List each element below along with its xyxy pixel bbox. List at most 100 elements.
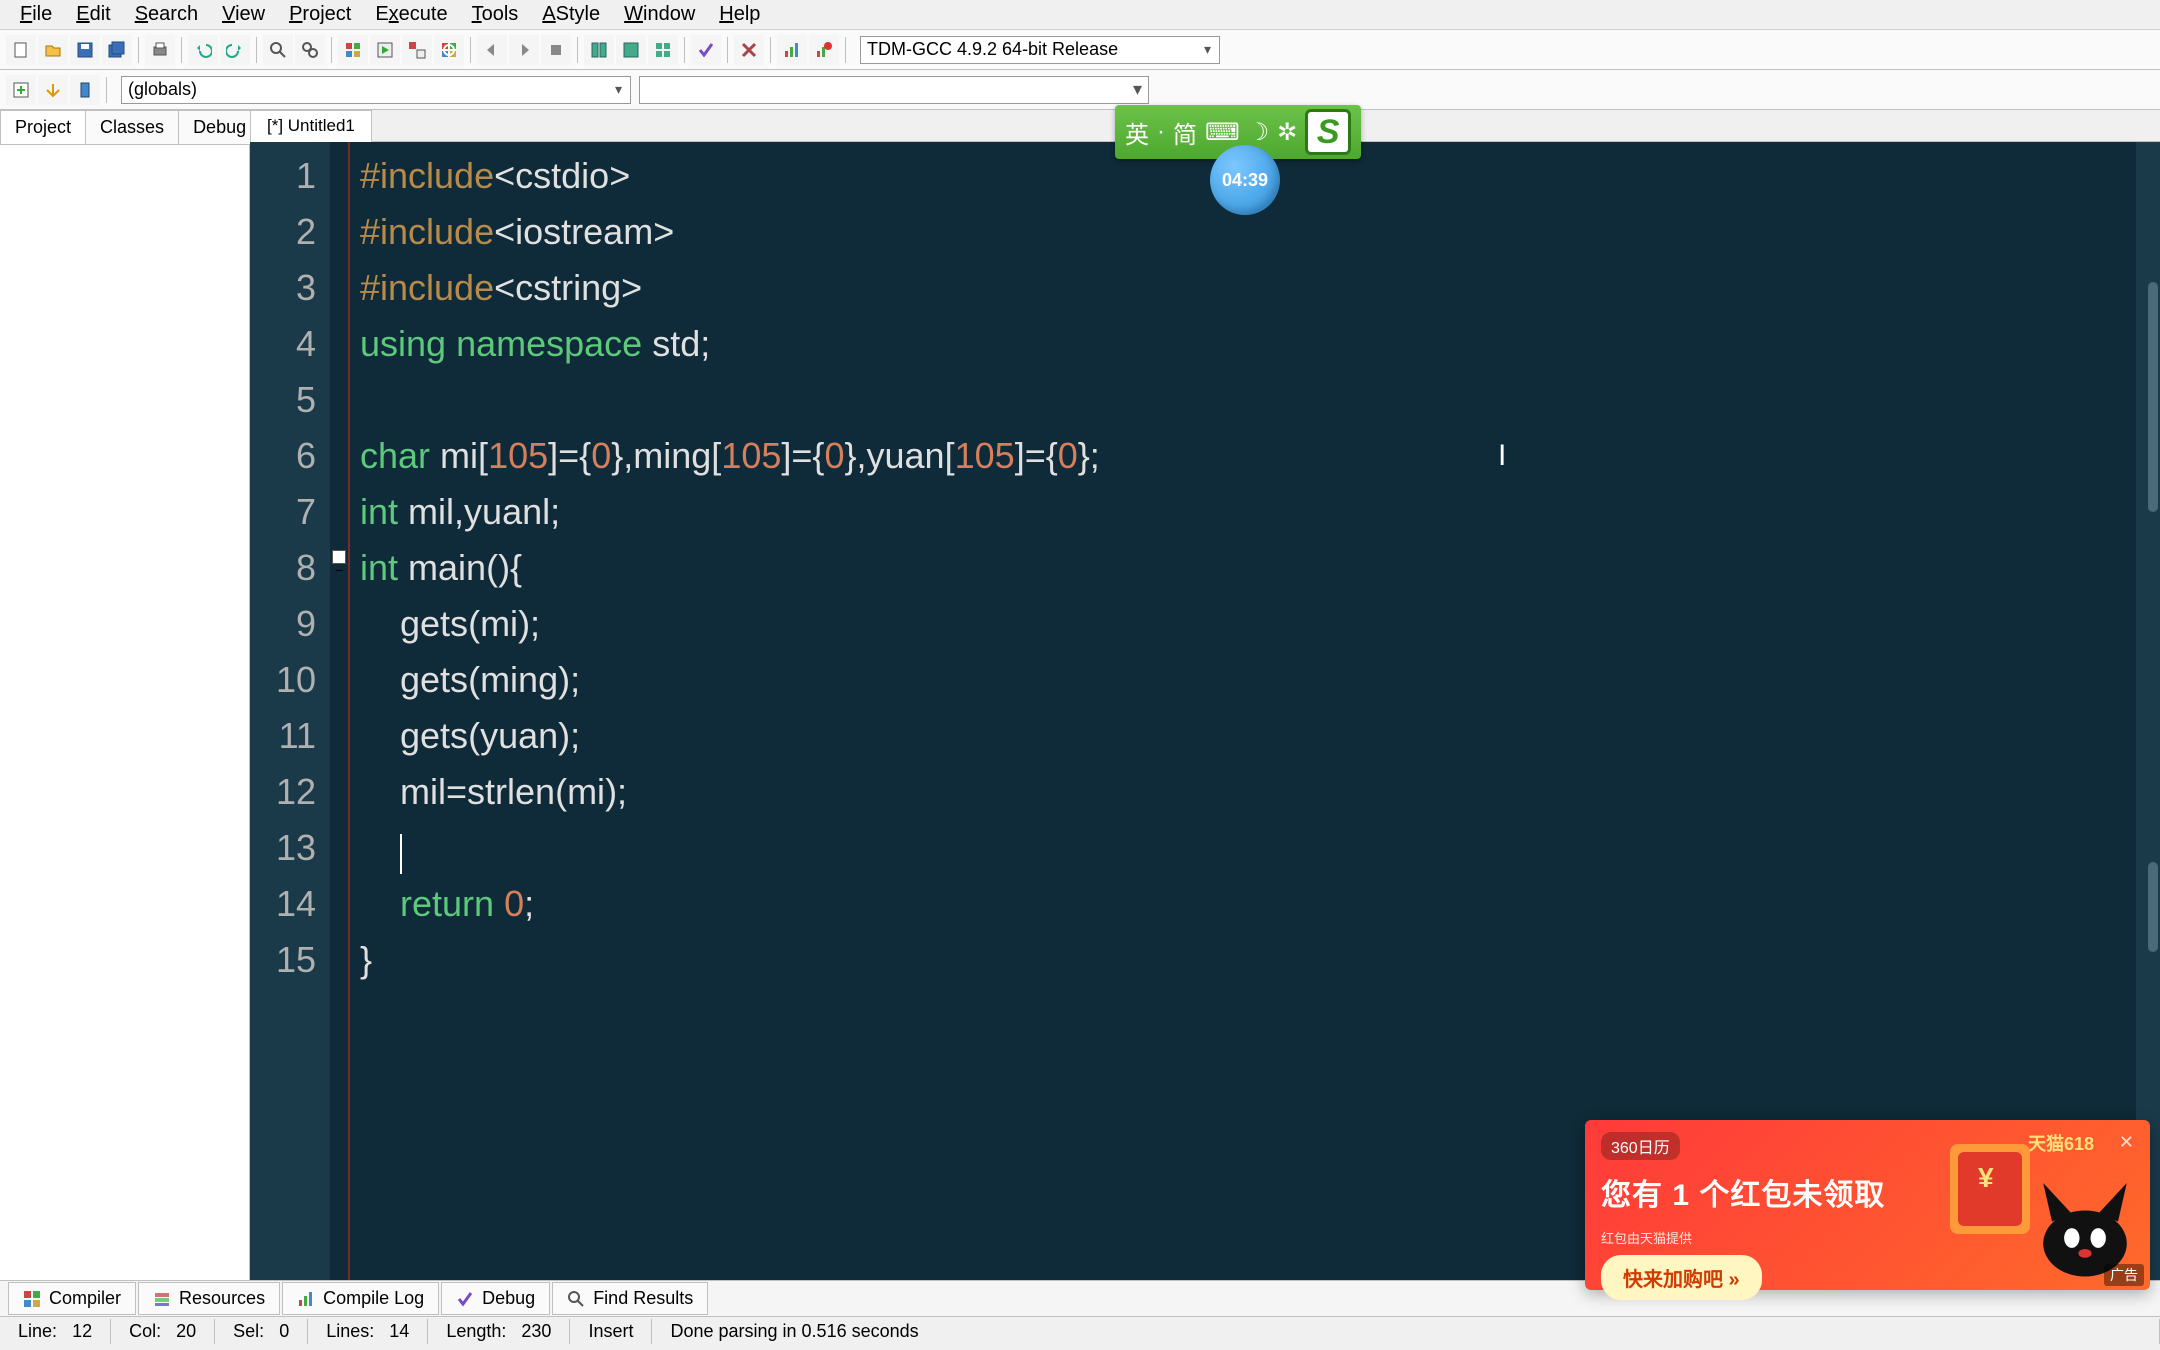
ime-badge[interactable]: S [1305, 109, 1351, 155]
side-tabs: Project Classes Debug [0, 110, 249, 145]
open-file-icon[interactable] [38, 35, 68, 65]
bottom-tab-compiler-label: Compiler [49, 1288, 121, 1309]
status-parse: Done parsing in 0.516 seconds [652, 1319, 2160, 1344]
bottom-tab-find-results-label: Find Results [593, 1288, 693, 1309]
ad-cta-button[interactable]: 快来加购吧 » [1601, 1255, 1762, 1300]
red-envelope-icon [1950, 1144, 2030, 1234]
compile-icon[interactable] [338, 35, 368, 65]
debug-cancel-icon[interactable] [734, 35, 764, 65]
scope-select-value: (globals) [128, 79, 197, 100]
debug-check-icon[interactable] [691, 35, 721, 65]
window-tile-icon[interactable] [584, 35, 614, 65]
save-icon[interactable] [70, 35, 100, 65]
toolbar-separator [181, 37, 182, 63]
compile-run-icon[interactable] [402, 35, 432, 65]
run-icon[interactable] [370, 35, 400, 65]
status-sel: Sel: 0 [215, 1319, 308, 1344]
bottom-tab-compiler[interactable]: Compiler [8, 1282, 136, 1315]
member-select[interactable] [639, 76, 1149, 104]
print-icon[interactable] [145, 35, 175, 65]
redo-icon[interactable] [220, 35, 250, 65]
scope-select[interactable]: (globals) [121, 76, 631, 104]
insert-icon[interactable] [38, 75, 68, 105]
scrollbar-thumb[interactable] [2148, 862, 2158, 952]
debug-back-icon[interactable] [477, 35, 507, 65]
window-single-icon[interactable] [616, 35, 646, 65]
ime-mode[interactable]: 简 [1173, 115, 1197, 150]
status-lines: Lines: 14 [308, 1319, 428, 1344]
undo-icon[interactable] [188, 35, 218, 65]
menu-view[interactable]: View [210, 0, 277, 30]
toolbar-separator [138, 37, 139, 63]
scrollbar-thumb[interactable] [2148, 282, 2158, 512]
window-grid-icon[interactable] [648, 35, 678, 65]
bottom-tab-debug-label: Debug [482, 1288, 535, 1309]
toolbar-separator [106, 77, 107, 103]
status-length: Length: 230 [428, 1319, 570, 1344]
fold-column [330, 142, 350, 1280]
save-all-icon[interactable] [102, 35, 132, 65]
menu-window[interactable]: Window [612, 0, 707, 30]
ime-moon-icon[interactable]: ☽ [1248, 118, 1270, 147]
ime-keyboard-icon[interactable]: ⌨ [1205, 118, 1240, 147]
bottom-tab-compile-log-label: Compile Log [323, 1288, 424, 1309]
debug-fwd-icon[interactable] [509, 35, 539, 65]
menu-bar: File Edit Search View Project Execute To… [0, 0, 2160, 30]
toolbar-separator [256, 37, 257, 63]
bottom-tab-compile-log[interactable]: Compile Log [282, 1282, 439, 1315]
bottom-tab-debug[interactable]: Debug [441, 1282, 550, 1315]
delete-profile-icon[interactable] [809, 35, 839, 65]
replace-icon[interactable] [295, 35, 325, 65]
menu-help[interactable]: Help [707, 0, 772, 30]
menu-file[interactable]: File [8, 0, 64, 30]
grid-icon [23, 1290, 41, 1308]
menu-search[interactable]: Search [123, 0, 210, 30]
status-col: Col: 20 [111, 1319, 215, 1344]
tab-project[interactable]: Project [0, 110, 86, 144]
main-area: Project Classes Debug [*] Untitled1 1234… [0, 110, 2160, 1280]
find-icon[interactable] [263, 35, 293, 65]
check-icon [456, 1290, 474, 1308]
toolbar-separator [770, 37, 771, 63]
vertical-scrollbar[interactable] [2136, 142, 2160, 1280]
profile-icon[interactable] [777, 35, 807, 65]
code-editor[interactable]: 123456789101112131415 #include<cstdio> #… [250, 142, 2160, 1280]
menu-astyle[interactable]: AStyle [530, 0, 612, 30]
menu-tools[interactable]: Tools [460, 0, 531, 30]
menu-execute[interactable]: Execute [363, 0, 459, 30]
time-badge: 04:39 [1210, 145, 1280, 215]
toolbar-separator [845, 37, 846, 63]
editor-caret-icon: I [1498, 428, 1506, 484]
status-line: Line: 12 [0, 1319, 111, 1344]
search-icon [567, 1290, 585, 1308]
toolbar-separator [577, 37, 578, 63]
editor-area: [*] Untitled1 123456789101112131415 #inc… [250, 110, 2160, 1280]
menu-edit[interactable]: Edit [64, 0, 122, 30]
compiler-select[interactable]: TDM-GCC 4.9.2 64-bit Release [860, 36, 1220, 64]
rebuild-icon[interactable] [434, 35, 464, 65]
toolbar-separator [727, 37, 728, 63]
ad-popup: 360日历 ✕ 天猫618 您有 1 个红包未领取 红包由天猫提供 快来加购吧 … [1585, 1120, 2150, 1290]
code-content[interactable]: #include<cstdio> #include<iostream> #inc… [350, 142, 1110, 1280]
bottom-tab-find-results[interactable]: Find Results [552, 1282, 708, 1315]
ad-brand2: 天猫618 [2028, 1130, 2094, 1156]
new-file-icon[interactable] [6, 35, 36, 65]
toolbar-separator [331, 37, 332, 63]
bottom-tab-resources-label: Resources [179, 1288, 265, 1309]
bottom-tab-resources[interactable]: Resources [138, 1282, 280, 1315]
fold-marker-icon[interactable] [332, 550, 346, 564]
ime-gear-icon[interactable]: ✲ [1277, 118, 1297, 147]
menu-project[interactable]: Project [277, 0, 363, 30]
tab-debug[interactable]: Debug [178, 110, 261, 144]
new-project-icon[interactable] [6, 75, 36, 105]
main-toolbar: TDM-GCC 4.9.2 64-bit Release [0, 30, 2160, 70]
status-mode: Insert [570, 1319, 652, 1344]
tab-classes[interactable]: Classes [85, 110, 179, 144]
debug-stop-icon[interactable] [541, 35, 571, 65]
ime-lang[interactable]: 英 [1125, 115, 1149, 150]
bookmark-icon[interactable] [70, 75, 100, 105]
side-panel: Project Classes Debug [0, 110, 250, 1280]
bars-icon [297, 1290, 315, 1308]
ad-close-icon[interactable]: ✕ [2119, 1132, 2134, 1160]
file-tab-untitled[interactable]: [*] Untitled1 [250, 110, 372, 142]
